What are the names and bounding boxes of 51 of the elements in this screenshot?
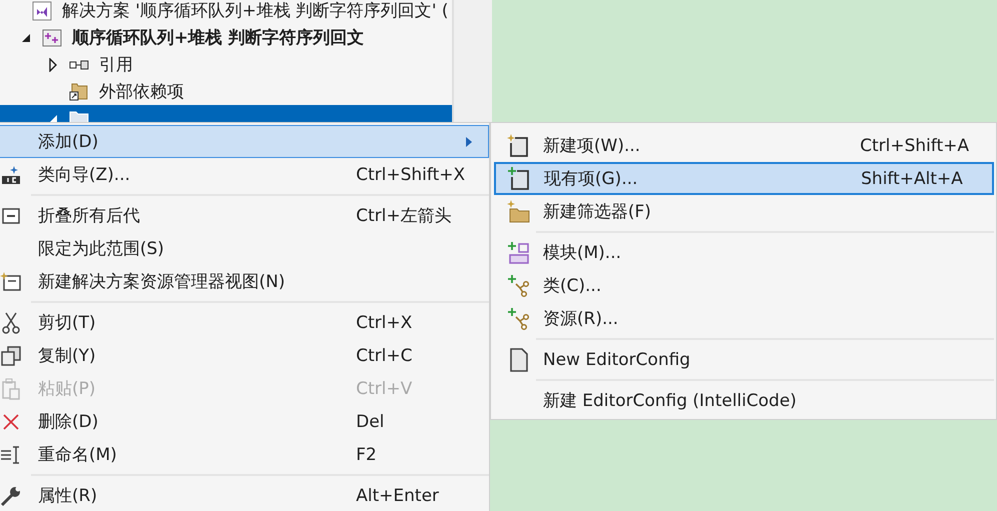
tree-item[interactable]: 顺序循环队列+堆栈 判断字符序列回文	[0, 24, 452, 51]
menu-item[interactable]: 类(C)...	[494, 269, 994, 302]
menu-item[interactable]: 新建筛选器(F)	[494, 195, 994, 228]
new-item-icon	[507, 134, 531, 158]
add-class-icon	[507, 274, 531, 298]
menu-item[interactable]: 剪切(T) Ctrl+X	[0, 306, 489, 339]
menu-item[interactable]: 折叠所有后代 Ctrl+左箭头	[0, 199, 489, 232]
menu-item[interactable]: 复制(Y) Ctrl+C	[0, 339, 489, 372]
shortcut-label: Del	[356, 412, 384, 432]
add-class-icon	[507, 306, 531, 330]
menu-item[interactable]: 限定为此范围(S)	[0, 232, 489, 265]
menu-item[interactable]: 新建 EditorConfig (IntelliCode)	[494, 384, 994, 417]
scrollbar[interactable]	[453, 0, 492, 122]
tree-item[interactable]: 解决方案 '顺序循环队列+堆栈 判断字符序列回文' (	[0, 0, 452, 24]
new-folder-icon	[507, 200, 531, 224]
tree-item[interactable]: 引用	[0, 51, 452, 78]
file-icon	[509, 348, 529, 372]
tree-item-label: 外部依赖项	[99, 81, 184, 103]
tree-item-label: 顺序循环队列+堆栈 判断字符序列回文	[72, 27, 364, 49]
tree-item-label: 解决方案 '顺序循环队列+堆栈 判断字符序列回文' (	[62, 0, 448, 22]
menu-item[interactable]: 删除(D) Del	[0, 405, 489, 438]
shortcut-label: Ctrl+Shift+A	[860, 136, 970, 156]
menu-item[interactable]: 现有项(G)... Shift+Alt+A	[494, 162, 994, 195]
shortcut-label: Ctrl+C	[356, 346, 412, 366]
menu-item[interactable]: New EditorConfig	[494, 343, 994, 376]
menu-item[interactable]: 属性(R) Alt+Enter	[0, 479, 489, 511]
menu-item[interactable]: 模块(M)...	[494, 236, 994, 269]
collapsed-arrow-icon[interactable]	[48, 58, 58, 72]
menu-item[interactable]: 资源(R)...	[494, 302, 994, 335]
shortcut-label: Ctrl+V	[356, 378, 412, 398]
shortcut-label: Ctrl+Shift+X	[356, 164, 466, 184]
delete-icon	[2, 412, 20, 430]
menu-item[interactable]: 添加(D)	[0, 125, 489, 158]
menu-item[interactable]: 新建项(W)... Ctrl+Shift+A	[494, 129, 994, 162]
shortcut-label: Shift+Alt+A	[861, 168, 963, 188]
shortcut-label: Alt+Enter	[356, 486, 439, 506]
tree-item[interactable]: 外部依赖项	[0, 78, 452, 105]
shortcut-label: Ctrl+X	[356, 312, 412, 332]
shortcut-label: Ctrl+左箭头	[356, 206, 452, 226]
menu-item[interactable]: 类向导(Z)... Ctrl+Shift+X	[0, 158, 489, 191]
expanded-arrow-icon[interactable]	[21, 32, 31, 42]
project-icon	[42, 28, 62, 48]
rename-icon	[0, 444, 22, 464]
add-item-icon	[508, 166, 532, 190]
tree-item-label: 引用	[99, 54, 133, 76]
menu-item[interactable]: 新建解决方案资源管理器视图(N)	[0, 265, 489, 298]
add-module-icon	[507, 240, 531, 264]
folder-link-icon	[69, 82, 89, 102]
shortcut-label: F2	[356, 444, 377, 464]
menu-item[interactable]: 重命名(M) F2	[0, 438, 489, 471]
scissors-icon	[2, 312, 20, 334]
